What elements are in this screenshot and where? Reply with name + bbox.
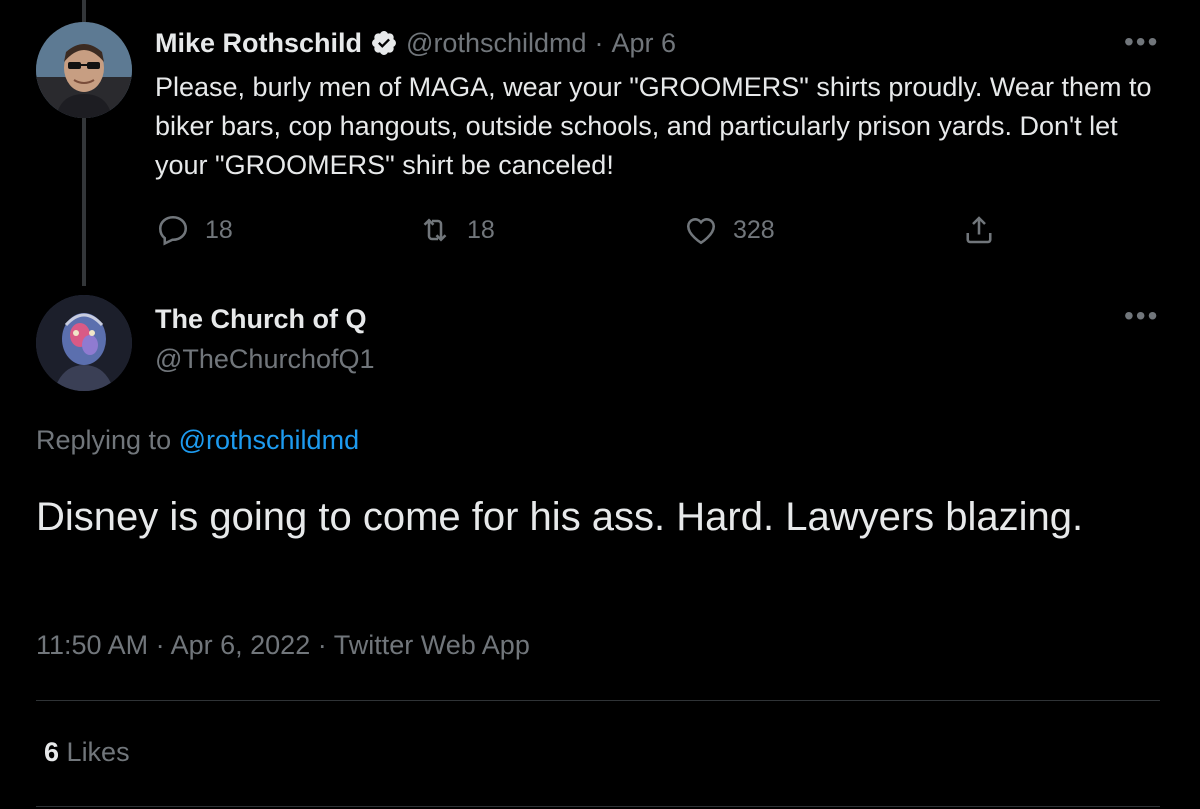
share-icon [966,216,992,244]
replying-prefix: Replying to [36,425,172,455]
reply-icon [158,215,188,246]
tweet-source[interactable]: Twitter Web App [334,630,530,660]
reply-button[interactable]: 18 [155,212,233,248]
tweet-time[interactable]: 11:50 AM [36,630,148,660]
retweet-count: 18 [467,215,495,244]
retweet-icon [423,218,447,242]
likes-count: 6 [44,737,60,767]
verified-badge-icon [372,31,396,55]
like-count: 328 [733,215,775,244]
share-button[interactable] [961,212,997,248]
author-handle[interactable]: @rothschildmd [406,28,586,59]
retweet-button[interactable]: 18 [417,212,495,248]
tweet-header: Mike Rothschild @rothschildmd · Apr 6 [155,26,676,60]
author-name[interactable]: The Church of Q [155,304,367,335]
tweet-actions: 18 18 328 [155,212,1015,252]
author-name[interactable]: Mike Rothschild [155,28,362,59]
avatar[interactable] [36,295,132,391]
tweet-text: Please, burly men of MAGA, wear your "GR… [155,72,1152,180]
avatar[interactable] [36,22,132,118]
tweet-date[interactable]: Apr 6 [612,28,677,59]
more-icon[interactable]: ••• [1124,28,1159,56]
reply-count: 18 [205,215,233,244]
likes-link[interactable]: 6 Likes [44,737,130,768]
likes-label: Likes [66,737,130,767]
replying-to-link[interactable]: @rothschildmd [179,425,359,455]
tweet-full-date[interactable]: Apr 6, 2022 [171,630,311,660]
separator: · [317,630,327,660]
divider [36,700,1160,701]
separator: · [155,630,165,660]
avatar-art-icon [36,295,132,391]
tweet-text: Disney is going to come for his ass. Har… [36,495,1084,539]
divider [36,806,1160,807]
tweet-meta: 11:50 AM · Apr 6, 2022 · Twitter Web App [36,630,530,661]
tweet-thread: Mike Rothschild @rothschildmd · Apr 6 ••… [0,0,1200,809]
replying-to: Replying to @rothschildmd [36,425,359,456]
separator: · [594,27,604,58]
heart-icon [686,218,716,245]
avatar-photo-icon [36,22,132,118]
author-handle[interactable]: @TheChurchofQ1 [155,344,375,375]
like-button[interactable]: 328 [683,212,775,248]
more-icon[interactable]: ••• [1124,302,1159,330]
